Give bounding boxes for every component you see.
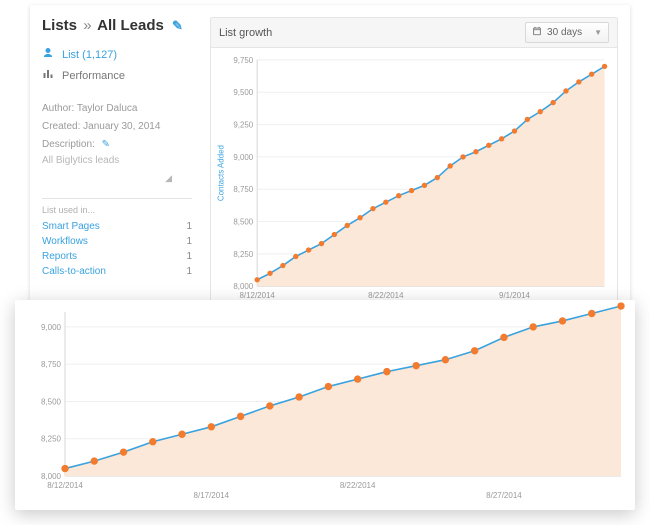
chart-zoom-card: 8,000 8,250 8,500 8,750 9,000 8/12/2014 8/17/2… xyxy=(15,300,635,510)
breadcrumb-current: All Leads xyxy=(97,17,164,34)
detail-card: Lists » All Leads ✎ List (1,127) Perform… xyxy=(30,5,630,330)
svg-text:8,000: 8,000 xyxy=(41,472,62,481)
tab-list-label: List (1,127) xyxy=(62,49,117,61)
meta-block: Author: Taylor Daluca Created: January 3… xyxy=(42,100,192,186)
person-icon xyxy=(42,47,56,62)
chevron-down-icon: ▼ xyxy=(594,28,602,37)
used-in-count: 1 xyxy=(186,266,192,277)
chart-header: List growth 30 days ▼ xyxy=(211,18,617,48)
used-in-row[interactable]: Smart Pages 1 xyxy=(42,219,192,234)
svg-text:8,500: 8,500 xyxy=(41,397,62,406)
chart-panel: List growth 30 days ▼ 8,000 8,250 8,500 8,7… xyxy=(210,17,618,317)
bar-chart-icon xyxy=(42,68,56,83)
used-in-row[interactable]: Calls-to-action 1 xyxy=(42,264,192,279)
chart-body-back: 8,000 8,250 8,500 8,750 9,000 9,250 9,500 9,750… xyxy=(211,48,617,316)
used-in-label: Calls-to-action xyxy=(42,266,106,277)
used-in-count: 1 xyxy=(186,236,192,247)
svg-text:8/22/2014: 8/22/2014 xyxy=(340,481,376,490)
used-in-count: 1 xyxy=(186,251,192,262)
svg-text:8/17/2014: 8/17/2014 xyxy=(194,491,230,500)
breadcrumb-root[interactable]: Lists xyxy=(42,17,77,34)
used-in-label: Smart Pages xyxy=(42,221,100,232)
svg-text:8,500: 8,500 xyxy=(233,218,253,227)
meta-description-value: All Biglytics leads xyxy=(42,152,192,170)
edit-description-icon[interactable]: ✎ xyxy=(102,139,110,150)
svg-text:8/27/2014: 8/27/2014 xyxy=(486,491,522,500)
meta-description-label: Description: xyxy=(42,139,95,150)
svg-text:8,250: 8,250 xyxy=(41,435,62,444)
svg-text:9,000: 9,000 xyxy=(41,323,62,332)
used-in-count: 1 xyxy=(186,221,192,232)
sidebar: Lists » All Leads ✎ List (1,127) Perform… xyxy=(42,17,192,279)
svg-text:8/12/2014: 8/12/2014 xyxy=(240,291,276,300)
resize-grip-icon[interactable]: ◢ xyxy=(42,170,172,186)
edit-title-icon[interactable]: ✎ xyxy=(172,18,183,33)
svg-text:8/22/2014: 8/22/2014 xyxy=(368,291,404,300)
tab-list[interactable]: List (1,127) xyxy=(42,44,192,65)
meta-author-value: Taylor Daluca xyxy=(77,103,138,114)
meta-created-label: Created: xyxy=(42,121,80,132)
used-in-row[interactable]: Workflows 1 xyxy=(42,234,192,249)
chart-title: List growth xyxy=(219,27,272,39)
date-range-label: 30 days xyxy=(547,27,582,38)
svg-text:8/12/2014: 8/12/2014 xyxy=(47,481,83,490)
used-in-row[interactable]: Reports 1 xyxy=(42,249,192,264)
svg-text:Contacts Added: Contacts Added xyxy=(216,145,225,201)
svg-text:8,250: 8,250 xyxy=(233,250,253,259)
svg-text:8,750: 8,750 xyxy=(233,185,253,194)
used-in-header: List used in... xyxy=(42,205,192,215)
svg-text:9,500: 9,500 xyxy=(233,88,253,97)
used-in-label: Reports xyxy=(42,251,77,262)
tab-performance[interactable]: Performance xyxy=(42,65,192,86)
svg-text:8,000: 8,000 xyxy=(233,282,253,291)
svg-text:9,250: 9,250 xyxy=(233,121,253,130)
breadcrumb: Lists » All Leads ✎ xyxy=(42,17,192,34)
svg-text:9/1/2014: 9/1/2014 xyxy=(499,291,530,300)
svg-text:8,750: 8,750 xyxy=(41,360,62,369)
used-in-label: Workflows xyxy=(42,236,88,247)
divider xyxy=(42,198,192,199)
calendar-icon xyxy=(532,26,542,39)
svg-text:9,000: 9,000 xyxy=(233,153,253,162)
meta-created-value: January 30, 2014 xyxy=(83,121,160,132)
svg-text:9,750: 9,750 xyxy=(233,56,253,65)
tab-performance-label: Performance xyxy=(62,70,125,82)
date-range-dropdown[interactable]: 30 days ▼ xyxy=(525,22,609,43)
meta-author-label: Author: xyxy=(42,103,74,114)
